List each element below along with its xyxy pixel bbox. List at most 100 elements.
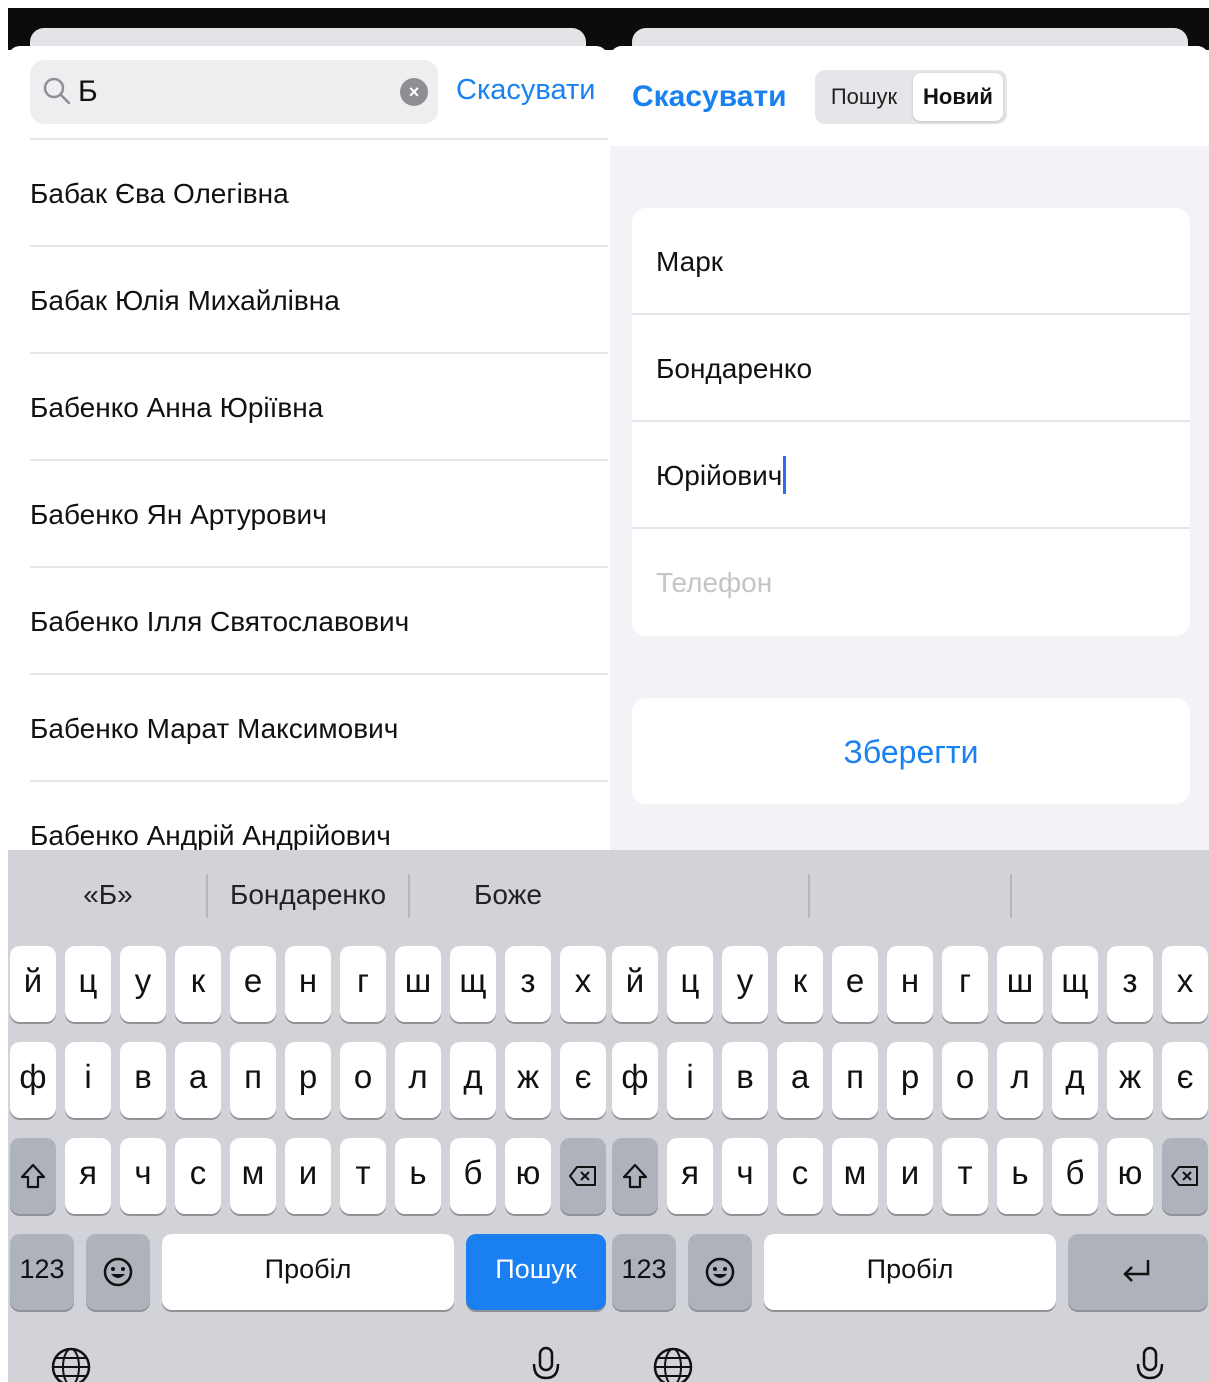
letter-key[interactable]: ц <box>65 946 111 1022</box>
list-item[interactable]: Бабенко Марат Максимович <box>30 673 608 780</box>
list-item[interactable]: Бабенко Ілля Святославович <box>30 566 608 673</box>
search-input[interactable]: Б <box>78 75 98 109</box>
letter-key[interactable]: у <box>120 946 166 1022</box>
list-item[interactable]: Бабак Єва Олегівна <box>30 138 608 245</box>
cancel-search-button[interactable]: Скасувати <box>456 74 595 107</box>
letter-key[interactable]: ч <box>120 1138 166 1214</box>
letter-key[interactable]: є <box>1162 1042 1208 1118</box>
list-item[interactable]: Бабак Юлія Михайлівна <box>30 245 608 352</box>
letter-key[interactable]: т <box>942 1138 988 1214</box>
letter-key[interactable]: м <box>832 1138 878 1214</box>
letter-key[interactable]: в <box>722 1042 768 1118</box>
search-key[interactable]: Пошук <box>466 1234 606 1310</box>
letter-key[interactable]: у <box>722 946 768 1022</box>
letter-key[interactable]: с <box>777 1138 823 1214</box>
letter-key[interactable]: к <box>777 946 823 1022</box>
delete-key[interactable] <box>560 1138 606 1214</box>
letter-key[interactable]: ф <box>10 1042 56 1118</box>
letter-key[interactable]: ю <box>505 1138 551 1214</box>
return-key[interactable] <box>1068 1234 1208 1310</box>
segment-new[interactable]: Новий <box>913 73 1003 121</box>
letter-key[interactable]: й <box>10 946 56 1022</box>
clear-icon[interactable]: × <box>400 78 428 106</box>
phone-field[interactable]: Телефон <box>632 529 1190 636</box>
letter-key[interactable]: н <box>887 946 933 1022</box>
segment-search[interactable]: Пошук <box>819 73 909 121</box>
letter-key[interactable]: ю <box>1107 1138 1153 1214</box>
letter-key[interactable]: а <box>175 1042 221 1118</box>
space-key[interactable]: Пробіл <box>162 1234 454 1310</box>
letter-key[interactable]: щ <box>450 946 496 1022</box>
shift-key[interactable] <box>612 1138 658 1214</box>
letter-key[interactable]: н <box>285 946 331 1022</box>
letter-key[interactable]: х <box>1162 946 1208 1022</box>
letter-key[interactable]: щ <box>1052 946 1098 1022</box>
letter-key[interactable]: ц <box>667 946 713 1022</box>
letter-key[interactable]: г <box>942 946 988 1022</box>
letter-key[interactable]: и <box>285 1138 331 1214</box>
numbers-key[interactable]: 123 <box>10 1234 74 1310</box>
letter-key[interactable]: в <box>120 1042 166 1118</box>
space-key[interactable]: Пробіл <box>764 1234 1056 1310</box>
letter-key[interactable]: о <box>340 1042 386 1118</box>
letter-key[interactable]: л <box>997 1042 1043 1118</box>
letter-key[interactable]: ш <box>997 946 1043 1022</box>
letter-key[interactable]: й <box>612 946 658 1022</box>
suggestion-2[interactable]: Бондаренко <box>213 872 403 918</box>
letter-key[interactable]: т <box>340 1138 386 1214</box>
letter-key[interactable]: а <box>777 1042 823 1118</box>
letter-key[interactable]: м <box>230 1138 276 1214</box>
letter-key[interactable]: п <box>832 1042 878 1118</box>
delete-key[interactable] <box>1162 1138 1208 1214</box>
letter-key[interactable]: ч <box>722 1138 768 1214</box>
search-bar[interactable]: Б × <box>30 60 438 124</box>
letter-key[interactable]: ш <box>395 946 441 1022</box>
list-item[interactable]: Бабенко Анна Юріївна <box>30 352 608 459</box>
letter-key[interactable]: ф <box>612 1042 658 1118</box>
first-name-field[interactable]: Марк <box>632 208 1190 315</box>
shift-key[interactable] <box>10 1138 56 1214</box>
letter-key[interactable]: і <box>65 1042 111 1118</box>
letter-key[interactable]: к <box>175 946 221 1022</box>
letter-key[interactable]: р <box>887 1042 933 1118</box>
suggestion-3[interactable]: Боже <box>448 872 568 918</box>
letter-key[interactable]: е <box>230 946 276 1022</box>
microphone-icon[interactable] <box>1134 1346 1166 1382</box>
letter-key[interactable]: л <box>395 1042 441 1118</box>
letter-key[interactable]: г <box>340 946 386 1022</box>
suggestion-1[interactable]: «Б» <box>48 872 168 918</box>
letter-key[interactable]: ь <box>395 1138 441 1214</box>
letter-key[interactable]: я <box>65 1138 111 1214</box>
globe-icon[interactable] <box>50 1346 92 1382</box>
letter-key[interactable]: х <box>560 946 606 1022</box>
save-button[interactable]: Зберегти <box>632 698 1190 804</box>
letter-key[interactable]: о <box>942 1042 988 1118</box>
list-item[interactable]: Бабенко Андрій Андрійович <box>30 780 608 856</box>
letter-key[interactable]: ж <box>1107 1042 1153 1118</box>
letter-key[interactable]: з <box>1107 946 1153 1022</box>
letter-key[interactable]: ь <box>997 1138 1043 1214</box>
letter-key[interactable]: и <box>887 1138 933 1214</box>
last-name-field[interactable]: Бондаренко <box>632 315 1190 422</box>
letter-key[interactable]: д <box>1052 1042 1098 1118</box>
microphone-icon[interactable] <box>530 1346 562 1382</box>
letter-key[interactable]: я <box>667 1138 713 1214</box>
letter-key[interactable]: б <box>1052 1138 1098 1214</box>
emoji-key[interactable] <box>688 1234 752 1310</box>
letter-key[interactable]: ж <box>505 1042 551 1118</box>
letter-key[interactable]: і <box>667 1042 713 1118</box>
emoji-key[interactable] <box>86 1234 150 1310</box>
letter-key[interactable]: є <box>560 1042 606 1118</box>
numbers-key[interactable]: 123 <box>612 1234 676 1310</box>
letter-key[interactable]: п <box>230 1042 276 1118</box>
list-item[interactable]: Бабенко Ян Артурович <box>30 459 608 566</box>
letter-key[interactable]: д <box>450 1042 496 1118</box>
patronymic-field[interactable]: Юрійович <box>632 422 1190 529</box>
letter-key[interactable]: е <box>832 946 878 1022</box>
letter-key[interactable]: с <box>175 1138 221 1214</box>
letter-key[interactable]: б <box>450 1138 496 1214</box>
letter-key[interactable]: р <box>285 1042 331 1118</box>
letter-key[interactable]: з <box>505 946 551 1022</box>
globe-icon[interactable] <box>652 1346 694 1382</box>
cancel-button[interactable]: Скасувати <box>632 80 787 114</box>
